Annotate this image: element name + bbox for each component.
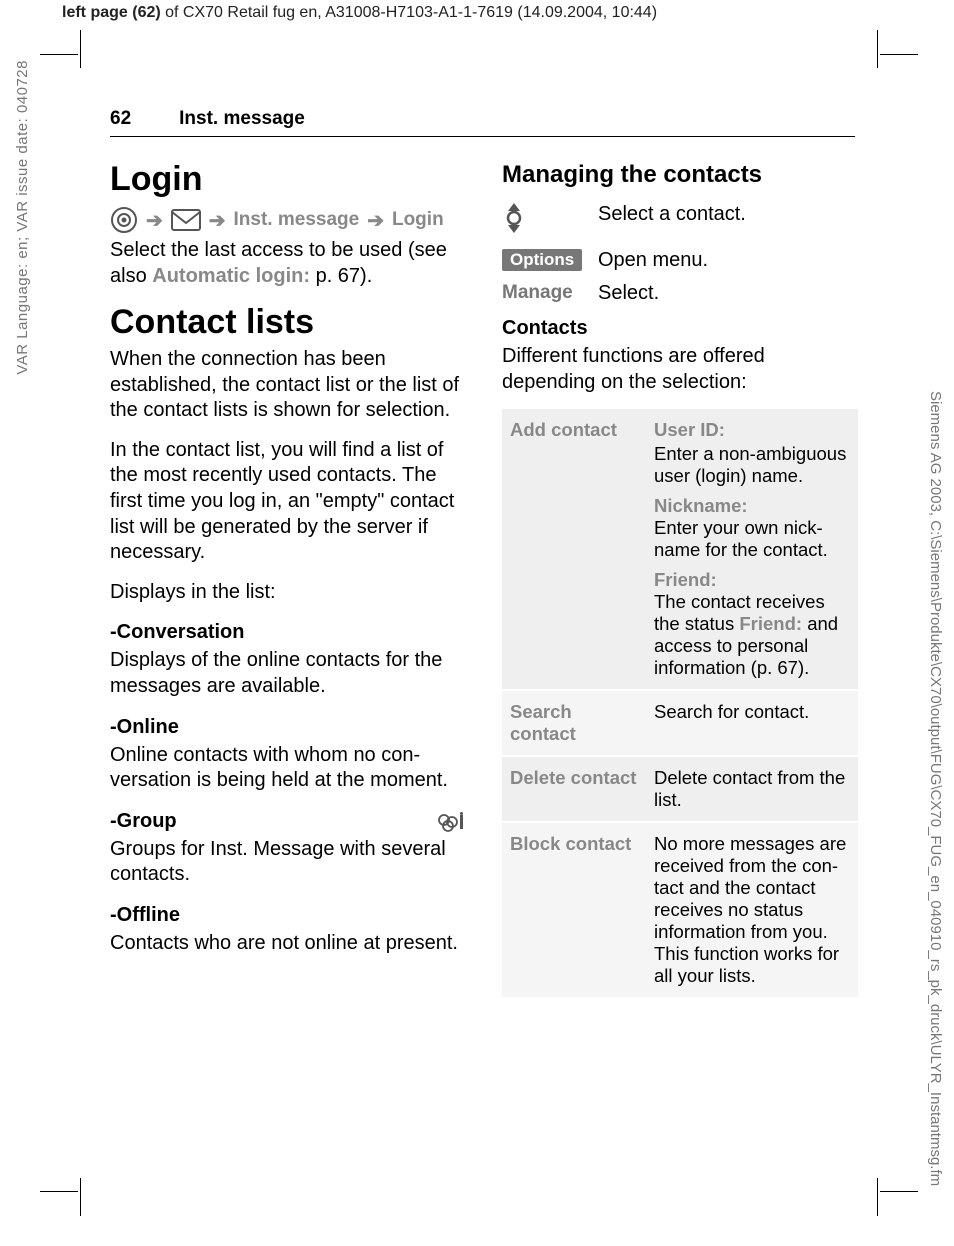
step-key: Manage — [502, 282, 598, 304]
steps-list: Select a contact. Options Open menu. Man… — [502, 203, 858, 305]
crop-mark — [880, 1191, 918, 1192]
row-content: Delete contact from the list. — [646, 756, 858, 822]
subhead-conversation: -Conversation — [110, 621, 466, 644]
field-text: Enter your own nick­name for the contact… — [654, 517, 828, 560]
crop-mark — [80, 1178, 81, 1216]
crop-mark — [80, 30, 81, 68]
column-right: Managing the contacts Select a contact. … — [502, 161, 858, 999]
field-text: The contact receives the status Friend: … — [654, 591, 838, 678]
field-heading: User ID: — [654, 419, 850, 441]
paragraph: Displays of the online contacts for the … — [110, 648, 466, 699]
nav-login: Login — [392, 209, 444, 231]
side-text-right: Siemens AG 2003, C:\Siemens\Produkte\CX7… — [927, 391, 944, 1186]
columns: Login ➔ ➔ Inst. message ➔ Login Select t… — [110, 161, 870, 999]
paragraph: Different functions are offered dependin… — [502, 344, 858, 395]
subhead-contacts: Contacts — [502, 317, 858, 340]
content-area: 62 Inst. message Login ➔ ➔ Inst. message — [110, 108, 870, 999]
subhead-group: -Group — [110, 810, 466, 833]
row-content: User ID: Enter a non-ambiguous user (log… — [646, 409, 858, 690]
nav-inst-message: Inst. message — [234, 209, 360, 231]
crop-mark — [880, 54, 918, 55]
column-left: Login ➔ ➔ Inst. message ➔ Login Select t… — [110, 161, 466, 999]
row-label: Search contact — [502, 690, 646, 756]
text-bold: Automatic login: — [152, 265, 310, 287]
print-header-rest: of CX70 Retail fug en, A31008-H7103-A1-1… — [161, 4, 657, 21]
step-text: Open menu. — [598, 249, 858, 272]
page: left page (62) of CX70 Retail fug en, A3… — [0, 0, 954, 1246]
running-title: Inst. message — [179, 108, 305, 130]
table-row: Search contact Search for contact. — [502, 690, 858, 756]
paragraph: Online contacts with whom no con­versati… — [110, 743, 466, 794]
table-row: Add contact User ID: Enter a non-ambiguo… — [502, 409, 858, 690]
paragraph: In the contact list, you will find a lis… — [110, 438, 466, 566]
text: p. 67). — [310, 265, 372, 287]
row-label: Add contact — [502, 409, 646, 690]
step-text: Select a contact. — [598, 203, 858, 226]
side-text-left: VAR Language: en; VAR issue date: 040728 — [14, 60, 31, 375]
crop-mark — [877, 30, 878, 68]
center-key-icon — [110, 206, 138, 234]
print-header: left page (62) of CX70 Retail fug en, A3… — [62, 4, 657, 22]
softkey-cell: Options — [502, 249, 598, 271]
paragraph: When the connection has been established… — [110, 347, 466, 424]
row-label: Delete contact — [502, 756, 646, 822]
crop-mark — [40, 1191, 78, 1192]
heading-managing-contacts: Managing the contacts — [502, 161, 858, 189]
nav-path: ➔ ➔ Inst. message ➔ Login — [110, 206, 466, 234]
crop-mark — [40, 54, 78, 55]
paragraph: Contacts who are not online at present. — [110, 931, 466, 957]
paragraph: Groups for Inst. Message with sev­eral c… — [110, 837, 466, 888]
crop-mark — [877, 1178, 878, 1216]
row-label: Block contact — [502, 822, 646, 998]
group-icon — [436, 812, 466, 832]
field-heading: Nickname: — [654, 495, 850, 517]
subhead-online: -Online — [110, 716, 466, 739]
print-header-bold: left page (62) — [62, 4, 161, 21]
joystick-icon-cell — [502, 203, 598, 239]
heading-contact-lists: Contact lists — [110, 304, 466, 341]
text: -Group — [110, 810, 177, 832]
login-paragraph: Select the last access to be used (see a… — [110, 238, 466, 289]
softkey-options: Options — [502, 249, 582, 271]
row-content: Search for contact. — [646, 690, 858, 756]
field-text: Enter a non-ambiguous user (login) name. — [654, 443, 846, 486]
running-head: 62 Inst. message — [110, 108, 855, 137]
arrow-icon: ➔ — [209, 208, 226, 233]
joystick-icon — [502, 203, 526, 233]
heading-login: Login — [110, 161, 466, 198]
step-key-label: Manage — [502, 282, 573, 303]
envelope-icon — [171, 209, 201, 231]
table-row: Block contact No more messages are recei… — [502, 822, 858, 998]
page-number: 62 — [110, 108, 131, 130]
step-text: Select. — [598, 282, 858, 305]
table-row: Delete contact Delete contact from the l… — [502, 756, 858, 822]
row-content: No more messages are received from the c… — [646, 822, 858, 998]
subhead-offline: -Offline — [110, 904, 466, 927]
functions-table: Add contact User ID: Enter a non-ambiguo… — [502, 409, 858, 999]
paragraph: Displays in the list: — [110, 580, 466, 606]
arrow-icon: ➔ — [367, 208, 384, 233]
arrow-icon: ➔ — [146, 208, 163, 233]
field-heading: Friend: — [654, 569, 850, 591]
